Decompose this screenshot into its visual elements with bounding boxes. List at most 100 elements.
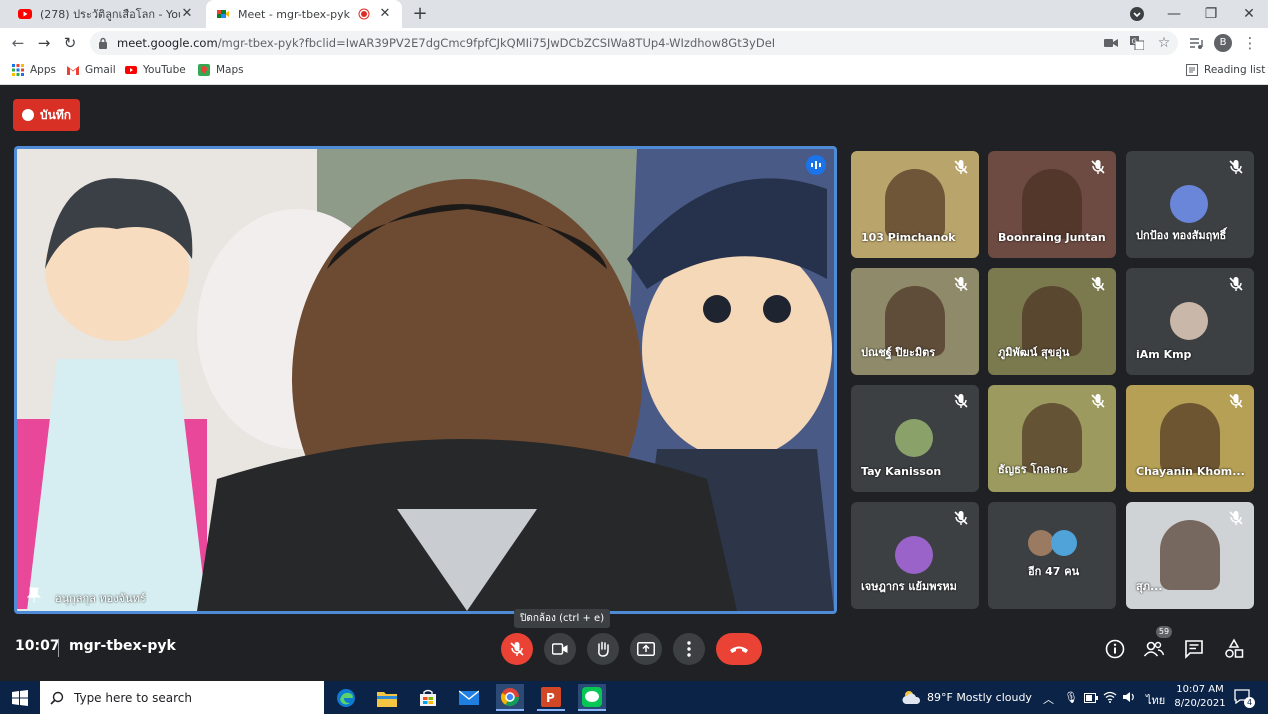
meeting-code: mgr-tbex-pyk: [69, 638, 176, 654]
participant-name: iAm Kmp: [1136, 348, 1192, 361]
volume-icon[interactable]: [1122, 691, 1136, 703]
input-language[interactable]: ไทย: [1146, 691, 1165, 709]
translate-icon[interactable]: G: [1130, 36, 1144, 50]
bookmark-label: Gmail: [85, 64, 116, 76]
meeting-details-icon[interactable]: [1104, 638, 1126, 660]
record-button[interactable]: บันทึก: [13, 99, 80, 131]
close-tab-icon[interactable]: ✕: [180, 7, 194, 21]
maps-icon: [198, 64, 210, 76]
mic-muted-icon: [1228, 276, 1244, 292]
hand-icon: [598, 641, 609, 657]
close-tab-icon[interactable]: ✕: [378, 7, 392, 21]
minimize-button[interactable]: —: [1164, 4, 1184, 24]
windows-start-icon[interactable]: [12, 690, 28, 706]
participant-count-badge: 59: [1156, 626, 1172, 638]
participant-tile[interactable]: 103 Pimchanok: [851, 151, 979, 258]
participant-name: ธัญธร โกละกะ: [998, 463, 1069, 476]
taskbar-search-box[interactable]: Type here to search: [40, 681, 324, 714]
taskbar-mail[interactable]: [455, 684, 483, 711]
participant-tile[interactable]: iAm Kmp: [1126, 268, 1254, 375]
people-icon[interactable]: [1143, 638, 1165, 660]
weather-cloud-icon[interactable]: [901, 689, 921, 705]
bookmark-gmail[interactable]: Gmail: [67, 64, 116, 76]
mic-toggle-button[interactable]: [501, 633, 533, 665]
reading-list-label: Reading list: [1204, 64, 1266, 76]
participant-tile[interactable]: ปกป้อง ทองสัมฤทธิ์: [1126, 151, 1254, 258]
chat-icon[interactable]: [1183, 638, 1205, 660]
taskbar-file-explorer[interactable]: [373, 684, 401, 711]
participant-tile[interactable]: Tay Kanisson: [851, 385, 979, 492]
more-options-button[interactable]: [673, 633, 705, 665]
speaking-indicator-icon: [806, 155, 826, 175]
tab-search-icon[interactable]: [1127, 4, 1147, 24]
participant-tile[interactable]: Boonraing Juntan: [988, 151, 1116, 258]
taskbar-edge[interactable]: [332, 684, 360, 711]
participant-video: [1160, 520, 1220, 590]
line-app-icon: [582, 686, 602, 707]
participant-tile[interactable]: Chayanin Khom...: [1126, 385, 1254, 492]
meet-stage: บันทึก อนุกุลกุล ทองจันทร์ 103 Pimchanok…: [0, 85, 1268, 681]
clock-date: 8/20/2021: [1174, 698, 1226, 709]
taskbar-line[interactable]: [578, 684, 606, 711]
divider: [58, 639, 59, 657]
edge-icon: [337, 688, 355, 707]
weather-text[interactable]: 89°F Mostly cloudy: [927, 691, 1032, 704]
speaker-name: อนุกุลกุล ทองจันทร์: [55, 592, 146, 605]
restore-button[interactable]: ❐: [1201, 4, 1221, 24]
bookmark-maps[interactable]: Maps: [198, 64, 244, 76]
lock-icon[interactable]: [98, 37, 108, 49]
participant-name: อีก 47 คน: [1028, 565, 1080, 578]
bookmark-label: YouTube: [143, 64, 186, 76]
raise-hand-button[interactable]: [587, 633, 619, 665]
taskbar-store[interactable]: [414, 684, 442, 711]
system-clock[interactable]: 10:07 AM 8/20/2021: [1174, 683, 1226, 711]
clock-time: 10:07 AM: [1176, 684, 1224, 695]
reading-list-icon: [1186, 64, 1198, 76]
youtube-icon: [18, 9, 32, 19]
bookmark-apps[interactable]: Apps: [12, 64, 56, 76]
mic-off-icon: [510, 642, 524, 656]
participant-tile[interactable]: อีก 47 คน: [988, 502, 1116, 609]
main-speaker-video[interactable]: อนุกุลกุล ทองจันทร์: [14, 146, 837, 614]
participant-avatar: [1051, 530, 1077, 556]
new-tab-button[interactable]: +: [410, 4, 430, 24]
participant-tile[interactable]: ธัญธร โกละกะ: [988, 385, 1116, 492]
url-path: /mgr-tbex-pyk?fbclid=IwAR39PV2E7dgCmc9fp…: [217, 36, 776, 50]
url-host: meet.google.com: [117, 36, 218, 50]
url-text[interactable]: meet.google.com/mgr-tbex-pyk?fbclid=IwAR…: [117, 36, 775, 50]
leave-call-button[interactable]: [716, 633, 762, 665]
participant-tile[interactable]: เจษฎากร แย้มพรหม: [851, 502, 979, 609]
participant-tile[interactable]: ภูมิพัฒน์ สุขอุ่น: [988, 268, 1116, 375]
activities-icon[interactable]: [1223, 638, 1245, 660]
mic-muted-icon: [953, 393, 969, 409]
forward-icon[interactable]: →: [36, 35, 52, 51]
reading-list-button[interactable]: Reading list: [1186, 64, 1265, 76]
participant-tile[interactable]: ปณชฐ์ ปิยะมิตร: [851, 268, 979, 375]
close-window-button[interactable]: ✕: [1239, 4, 1259, 24]
browser-toolbar: ← → ↻ meet.google.com/mgr-tbex-pyk?fbcli…: [0, 28, 1268, 58]
bookmark-youtube[interactable]: YouTube: [125, 64, 186, 76]
participant-avatar: [1170, 185, 1208, 223]
microphone-tray-icon[interactable]: 🎙: [1064, 691, 1078, 704]
media-control-icon[interactable]: [1189, 36, 1203, 50]
participant-tile[interactable]: สุภ...: [1126, 502, 1254, 609]
taskbar-chrome[interactable]: [496, 684, 524, 711]
tab-meet[interactable]: Meet - mgr-tbex-pyk ✕: [206, 0, 402, 28]
present-screen-button[interactable]: [630, 633, 662, 665]
battery-icon[interactable]: [1084, 693, 1098, 703]
more-menu-icon[interactable]: ⋮: [1242, 35, 1258, 51]
participant-name: ปณชฐ์ ปิยะมิตร: [861, 346, 936, 359]
tab-youtube[interactable]: (278) ประวัติลูกเสือโลก - YouTube ✕: [8, 0, 204, 28]
youtube-icon: [125, 66, 137, 74]
pin-icon[interactable]: [27, 587, 41, 603]
back-icon[interactable]: ←: [10, 35, 26, 51]
camera-in-use-icon[interactable]: [1104, 38, 1118, 48]
profile-avatar[interactable]: B: [1214, 34, 1232, 52]
wifi-icon[interactable]: [1103, 691, 1117, 703]
camera-toggle-button[interactable]: [544, 633, 576, 665]
reload-icon[interactable]: ↻: [62, 35, 78, 51]
taskbar-powerpoint[interactable]: P: [537, 684, 565, 711]
show-hidden-icons-icon[interactable]: ︿: [1043, 691, 1054, 707]
bookmark-star-icon[interactable]: ☆: [1156, 35, 1172, 51]
record-dot-icon: [22, 109, 34, 121]
